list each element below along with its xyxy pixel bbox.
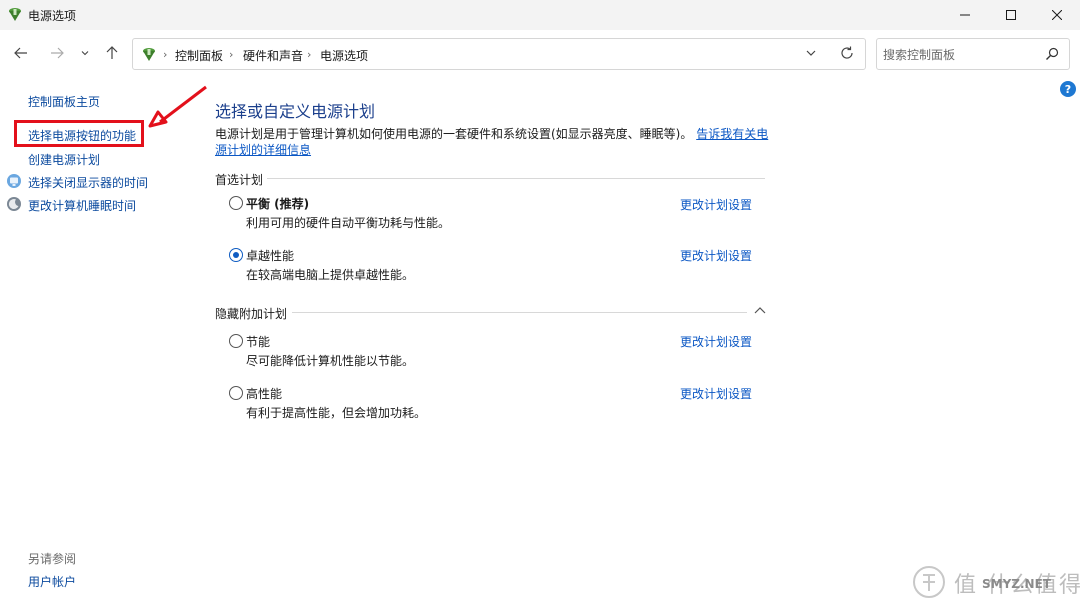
chevron-right-icon[interactable]: › (307, 48, 311, 61)
plan-desc-power-saver: 尽可能降低计算机性能以节能。 (246, 354, 415, 368)
window-title: 电源选项 (28, 9, 77, 23)
address-dropdown-button[interactable] (805, 47, 817, 62)
power-options-icon (143, 48, 155, 61)
power-options-icon (9, 8, 21, 21)
arrow-up-icon (106, 46, 118, 59)
red-highlight-box (14, 120, 144, 147)
watermark-text-en: SMYZ.NET (982, 577, 1051, 591)
plan-radio-power-saver[interactable] (229, 334, 243, 348)
plan-radio-balanced[interactable] (229, 196, 243, 210)
refresh-button[interactable] (839, 45, 855, 64)
navigation-bar: › 控制面板 › 硬件和声音 › 电源选项 (0, 30, 1080, 78)
minimize-button[interactable] (942, 0, 988, 30)
monitor-icon (7, 174, 21, 188)
watermark-logo-icon (913, 566, 945, 598)
recent-locations-button[interactable] (76, 44, 94, 62)
plan-name-ultimate-performance[interactable]: 卓越性能 (246, 247, 294, 264)
page-description: 电源计划是用于管理计算机如何使用电源的一套硬件和系统设置(如显示器亮度、睡眠等)… (215, 126, 771, 158)
plan-desc-balanced: 利用可用的硬件自动平衡功耗与性能。 (246, 216, 451, 230)
search-icon[interactable] (1045, 47, 1059, 61)
hidden-plans-label[interactable]: 隐藏附加计划 (215, 305, 287, 322)
breadcrumb-control-panel[interactable]: 控制面板 (175, 47, 223, 64)
arrow-left-icon (14, 47, 27, 59)
plan-radio-ultimate-performance[interactable] (229, 248, 243, 262)
change-plan-settings-power-saver[interactable]: 更改计划设置 (680, 333, 752, 350)
maximize-icon (1006, 10, 1016, 20)
watermark: 值 什么值得买 SMYZ.NET (912, 563, 1080, 603)
chevron-right-icon[interactable]: › (229, 48, 233, 61)
plan-name-high-performance[interactable]: 高性能 (246, 385, 282, 402)
close-icon (1052, 10, 1062, 20)
change-plan-settings-high-performance[interactable]: 更改计划设置 (680, 385, 752, 402)
search-box[interactable] (876, 38, 1070, 70)
refresh-icon (841, 46, 853, 59)
see-also-label: 另请参阅 (28, 552, 77, 566)
red-arrow-icon (148, 85, 207, 128)
back-button[interactable] (12, 44, 30, 62)
maximize-button[interactable] (988, 0, 1034, 30)
minimize-icon (960, 14, 970, 16)
help-icon[interactable]: ? (1060, 81, 1076, 97)
chevron-down-icon (81, 51, 89, 56)
sidebar-link-control-panel-home[interactable]: 控制面板主页 (28, 93, 100, 110)
sidebar-link-user-accounts[interactable]: 用户帐户 (28, 573, 76, 590)
breadcrumb-hardware-sound[interactable]: 硬件和声音 (243, 47, 303, 64)
sidebar-link-sleep-time[interactable]: 更改计算机睡眠时间 (28, 197, 136, 214)
plan-desc-high-performance: 有利于提高性能，但会增加功耗。 (246, 406, 427, 420)
change-plan-settings-ultimate[interactable]: 更改计划设置 (680, 247, 752, 264)
close-button[interactable] (1034, 0, 1080, 30)
plan-name-power-saver[interactable]: 节能 (246, 333, 270, 350)
breadcrumb-power-options[interactable]: 电源选项 (320, 47, 368, 64)
chevron-up-icon[interactable] (753, 304, 767, 318)
forward-button[interactable] (48, 44, 66, 62)
section-divider (267, 178, 765, 179)
section-divider (292, 312, 747, 313)
change-plan-settings-balanced[interactable]: 更改计划设置 (680, 196, 752, 213)
arrow-right-icon (51, 47, 64, 59)
plan-radio-high-performance[interactable] (229, 386, 243, 400)
sidebar-link-create-plan[interactable]: 创建电源计划 (28, 151, 100, 168)
sleep-moon-icon (7, 197, 21, 211)
up-button[interactable] (103, 44, 121, 62)
plan-desc-ultimate-performance: 在较高端电脑上提供卓越性能。 (246, 268, 415, 282)
page-title: 选择或自定义电源计划 (215, 102, 376, 121)
plan-name-balanced[interactable]: 平衡 (推荐) (246, 195, 309, 212)
address-bar[interactable]: › 控制面板 › 硬件和声音 › 电源选项 (132, 38, 866, 70)
sidebar-link-display-off[interactable]: 选择关闭显示器的时间 (28, 174, 148, 191)
chevron-right-icon: › (163, 48, 168, 61)
preferred-plans-label: 首选计划 (215, 173, 264, 187)
title-bar: 电源选项 (0, 0, 1080, 30)
search-input[interactable] (883, 45, 1043, 65)
description-text: 电源计划是用于管理计算机如何使用电源的一套硬件和系统设置(如显示器亮度、睡眠等)… (215, 127, 693, 141)
chevron-down-icon (806, 50, 816, 56)
